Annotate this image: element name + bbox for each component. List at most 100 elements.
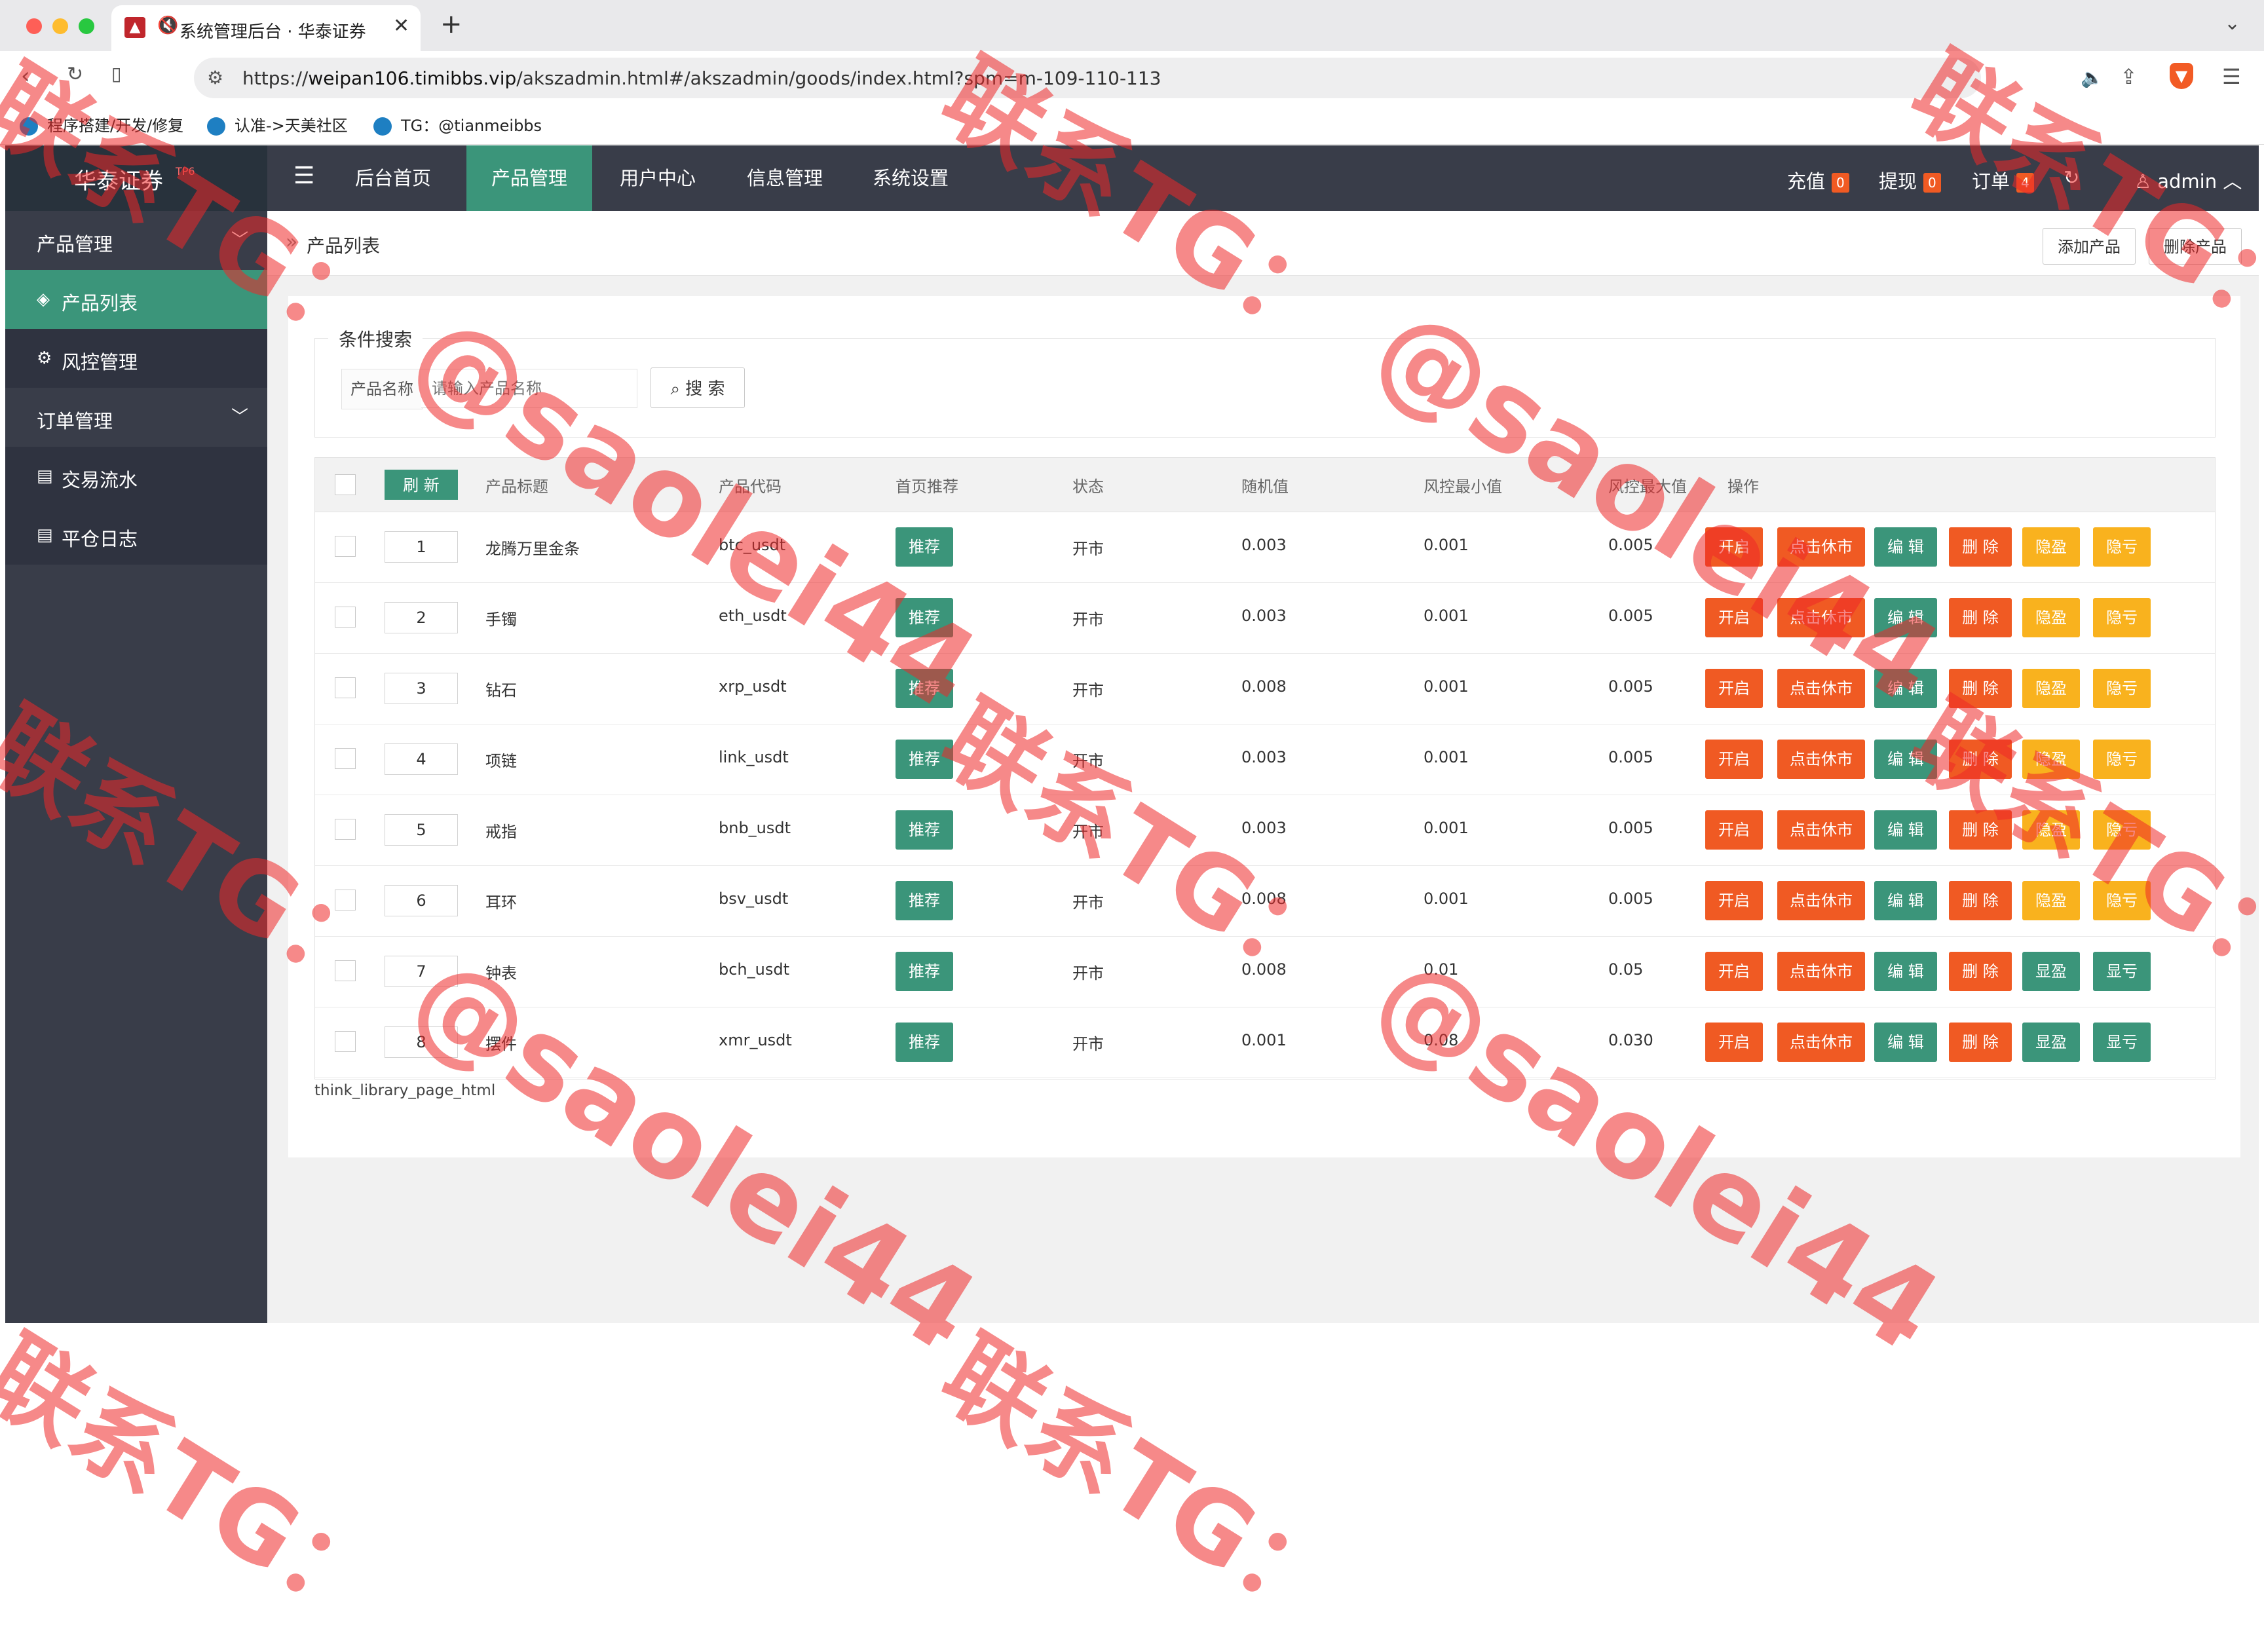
toggle-profit-button[interactable]: 隐盈 (2022, 810, 2080, 850)
delete-button[interactable]: 删 除 (1949, 1023, 2012, 1062)
delete-button[interactable]: 删 除 (1949, 669, 2012, 708)
close-tab-icon[interactable]: ✕ (393, 14, 409, 37)
delete-button[interactable]: 删 除 (1949, 810, 2012, 850)
sort-order-input[interactable]: 5 (385, 814, 458, 846)
open-button[interactable]: 开启 (1705, 740, 1763, 779)
product-name-input[interactable] (421, 369, 637, 408)
delete-button[interactable]: 删 除 (1949, 952, 2012, 991)
bookmark-icon[interactable]: ▯ (111, 63, 121, 84)
reload-icon[interactable]: ↻ (67, 63, 83, 86)
recommend-button[interactable]: 推荐 (896, 740, 953, 779)
close-window-icon[interactable] (26, 18, 42, 34)
sidebar-group-orders[interactable]: 订单管理 ﹀ (5, 388, 267, 447)
url-text[interactable]: https://weipan106.timibbs.vip/akszadmin.… (242, 67, 1161, 89)
minimize-window-icon[interactable] (52, 18, 68, 34)
toggle-loss-button[interactable]: 隐亏 (2093, 598, 2151, 637)
edit-button[interactable]: 编 辑 (1874, 598, 1937, 637)
address-bar[interactable]: ⚙ https://weipan106.timibbs.vip/akszadmi… (194, 58, 2104, 98)
recommend-button[interactable]: 推荐 (896, 1023, 953, 1062)
row-checkbox[interactable] (335, 960, 356, 981)
open-button[interactable]: 开启 (1705, 527, 1763, 567)
recommend-button[interactable]: 推荐 (896, 810, 953, 850)
nav-item-info[interactable]: 信息管理 (732, 145, 837, 211)
recommend-button[interactable]: 推荐 (896, 669, 953, 708)
row-checkbox[interactable] (335, 890, 356, 910)
recommend-button[interactable]: 推荐 (896, 527, 953, 567)
toggle-loss-button[interactable]: 隐亏 (2093, 810, 2151, 850)
back-icon[interactable]: ‹ (21, 63, 30, 89)
nav-item-home[interactable]: 后台首页 (341, 145, 445, 211)
toggle-profit-button[interactable]: 隐盈 (2022, 740, 2080, 779)
refresh-icon[interactable]: ↻ (2064, 166, 2079, 189)
toggle-profit-button[interactable]: 隐盈 (2022, 598, 2080, 637)
orders-link[interactable]: 订单 4 (1972, 166, 2034, 194)
recharge-link[interactable]: 充值 0 (1787, 166, 1849, 194)
browser-menu-icon[interactable]: ☰ (2222, 64, 2241, 89)
edit-button[interactable]: 编 辑 (1874, 1023, 1937, 1062)
close-market-button[interactable]: 点击休市 (1777, 598, 1865, 637)
toggle-profit-button[interactable]: 隐盈 (2022, 527, 2080, 567)
muted-media-icon[interactable]: 🔈 (2081, 67, 2104, 88)
sort-order-input[interactable]: 1 (385, 531, 458, 563)
toggle-loss-button[interactable]: 显亏 (2093, 952, 2151, 991)
sidebar-item-product-list[interactable]: ◈ 产品列表 (5, 270, 267, 329)
edit-button[interactable]: 编 辑 (1874, 527, 1937, 567)
select-all-checkbox[interactable] (335, 474, 356, 495)
sort-order-input[interactable]: 7 (385, 956, 458, 987)
delete-button[interactable]: 删 除 (1949, 881, 2012, 920)
recommend-button[interactable]: 推荐 (896, 952, 953, 991)
sort-order-input[interactable]: 4 (385, 743, 458, 775)
delete-button[interactable]: 删 除 (1949, 598, 2012, 637)
recommend-button[interactable]: 推荐 (896, 881, 953, 920)
share-icon[interactable]: ⇪ (2120, 64, 2138, 89)
open-button[interactable]: 开启 (1705, 1023, 1763, 1062)
sidebar-group-products[interactable]: 产品管理 ﹀ (5, 211, 267, 270)
toggle-loss-button[interactable]: 显亏 (2093, 1023, 2151, 1062)
browser-tab[interactable]: ▲ 🔇 系统管理后台 · 华泰证券 ✕ (111, 5, 421, 51)
open-button[interactable]: 开启 (1705, 810, 1763, 850)
edit-button[interactable]: 编 辑 (1874, 810, 1937, 850)
zoom-window-icon[interactable] (79, 18, 94, 34)
search-button[interactable]: ⌕ 搜 索 (651, 367, 745, 408)
delete-button[interactable]: 删 除 (1949, 740, 2012, 779)
sort-order-input[interactable]: 3 (385, 673, 458, 704)
toggle-profit-button[interactable]: 隐盈 (2022, 669, 2080, 708)
close-market-button[interactable]: 点击休市 (1777, 810, 1865, 850)
bookmark-item[interactable]: TG：@tianmeibbs (373, 113, 542, 136)
sort-order-input[interactable]: 6 (385, 885, 458, 916)
sidebar-item-risk-control[interactable]: ⚙ 风控管理 (5, 329, 267, 388)
user-menu[interactable]: ♙ admin ︿ (2134, 166, 2242, 194)
bookmark-item[interactable]: 程序搭建/开发/修复 (20, 113, 183, 136)
row-checkbox[interactable] (335, 748, 356, 769)
toggle-profit-button[interactable]: 显盈 (2022, 1023, 2080, 1062)
toggle-profit-button[interactable]: 显盈 (2022, 952, 2080, 991)
edit-button[interactable]: 编 辑 (1874, 881, 1937, 920)
new-tab-icon[interactable]: + (440, 9, 462, 39)
sidebar-item-transactions[interactable]: ▤ 交易流水 (5, 447, 267, 506)
row-checkbox[interactable] (335, 607, 356, 628)
bookmark-item[interactable]: 认准->天美社区 (207, 113, 348, 136)
edit-button[interactable]: 编 辑 (1874, 669, 1937, 708)
toggle-loss-button[interactable]: 隐亏 (2093, 740, 2151, 779)
add-product-button[interactable]: 添加产品 (2043, 228, 2136, 265)
row-checkbox[interactable] (335, 1031, 356, 1052)
refresh-button[interactable]: 刷 新 (385, 470, 458, 500)
toggle-profit-button[interactable]: 隐盈 (2022, 881, 2080, 920)
delete-button[interactable]: 删 除 (1949, 527, 2012, 567)
row-checkbox[interactable] (335, 819, 356, 840)
site-settings-icon[interactable]: ⚙ (207, 67, 223, 88)
delete-product-button[interactable]: 删除产品 (2149, 228, 2242, 265)
menu-toggle-icon[interactable]: ☰ (293, 162, 314, 189)
row-checkbox[interactable] (335, 677, 356, 698)
nav-item-products[interactable]: 产品管理 (466, 145, 592, 211)
open-button[interactable]: 开启 (1705, 598, 1763, 637)
open-button[interactable]: 开启 (1705, 669, 1763, 708)
recommend-button[interactable]: 推荐 (896, 598, 953, 637)
row-checkbox[interactable] (335, 536, 356, 557)
withdraw-link[interactable]: 提现 0 (1879, 166, 1941, 194)
edit-button[interactable]: 编 辑 (1874, 740, 1937, 779)
toggle-loss-button[interactable]: 隐亏 (2093, 669, 2151, 708)
close-market-button[interactable]: 点击休市 (1777, 527, 1865, 567)
toggle-loss-button[interactable]: 隐亏 (2093, 881, 2151, 920)
close-market-button[interactable]: 点击休市 (1777, 952, 1865, 991)
